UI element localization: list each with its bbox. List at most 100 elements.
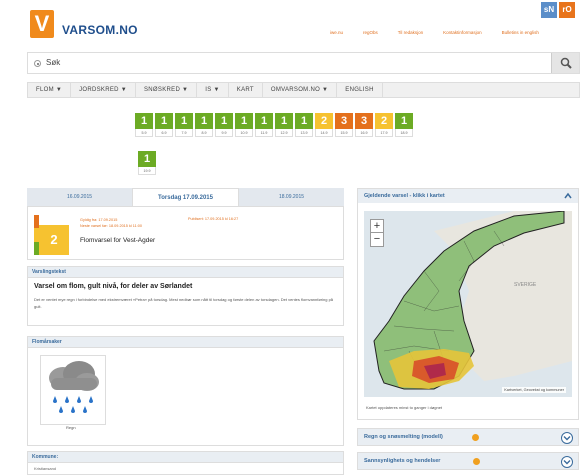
warning-tile[interactable]: 1 10.9 [235,113,253,137]
warning-tile-level: 2 [315,113,333,129]
warning-next: Neste varsel før: 18.09.2015 kl 11:00 [80,224,142,228]
accordion-regn[interactable]: Regn og snøsmelting (modell) [357,428,579,446]
day-tabs: 16.09.2015 Torsdag 17.09.2015 18.09.2015 [27,188,344,206]
site-title[interactable]: VARSOM.NO [62,23,138,37]
top-links: iwe.nu regObs Til redaksjon Kontaktinfor… [330,30,539,35]
warning-tile-level: 1 [235,113,253,129]
warning-tile-date: 10.9 [235,129,253,137]
warning-tile[interactable]: 1 13.9 [295,113,313,137]
top-link-english[interactable]: Bulletins in english [502,30,539,35]
map-zoom-control: + − [370,219,384,247]
warning-tile-date: 15.9 [335,129,353,137]
accordion-sannsynlighet-label: Sannsynlighets og hendelser [364,458,441,464]
warning-tile[interactable]: 1 18.9 [395,113,413,137]
search-bar[interactable]: Søk [27,52,580,74]
nav-om-varsom[interactable]: OMVARSOM.NO ▼ [263,83,338,97]
warning-card: 2 Gyldig fra: 17.09.2015 Neste varsel fø… [27,206,344,260]
warning-tile-date: 14.9 [315,129,333,137]
warning-tile-level: 1 [215,113,233,129]
rain-icon [40,355,106,425]
warning-tile[interactable]: 1 9.9 [215,113,233,137]
warning-tile-date: 5.9 [135,129,153,137]
kommune-name: Kristiansand [34,466,57,471]
warning-level-badge: 2 [39,225,69,255]
warning-tile-level: 3 [335,113,353,129]
warning-tile[interactable]: 1 6.9 [155,113,173,137]
map-panel: Gjeldende varsel - klikk i kartet SVERIG… [357,188,579,420]
warning-tile[interactable]: 3 15.9 [335,113,353,137]
chevron-up-icon[interactable] [564,192,572,200]
tab-next-day[interactable]: 18.09.2015 [239,188,344,206]
map-heading[interactable]: Gjeldende varsel - klikk i kartet [358,189,578,203]
kommune-heading: Kommune: [28,452,343,463]
varsling-panel: Varslingstekst Varsel om flom, gult nivå… [27,266,344,326]
main-nav: FLOM ▼ JORDSKRED ▼ SNØSKRED ▼ IS ▼ KART … [27,82,580,98]
warning-tile[interactable]: 3 16.9 [355,113,373,137]
warning-tile[interactable]: 1 5.9 [135,113,153,137]
warning-tile[interactable]: 1 19.9 [138,151,156,175]
warning-tile-date: 19.9 [138,167,156,175]
warning-tile-level: 1 [135,113,153,129]
nav-flom[interactable]: FLOM ▼ [28,83,72,97]
nav-is[interactable]: IS ▼ [197,83,229,97]
rain-label: Regn [66,425,76,430]
tab-prev-day[interactable]: 16.09.2015 [27,188,132,206]
info-icon[interactable] [473,458,480,465]
warning-tile-level: 1 [255,113,273,129]
warning-tile-date: 7.9 [175,129,193,137]
chevron-down-icon[interactable] [561,456,573,468]
search-radio-icon[interactable] [34,60,41,67]
nav-snoskred[interactable]: SNØSKRED ▼ [136,83,198,97]
norway-map: SVERIGE [364,211,572,397]
top-link-iwe[interactable]: iwe.nu [330,30,343,35]
warning-tile-level: 1 [395,113,413,129]
warning-tile[interactable]: 1 11.9 [255,113,273,137]
warning-tile-level: 1 [138,151,156,167]
nav-kart[interactable]: KART [229,83,263,97]
warning-tile[interactable]: 2 17.9 [375,113,393,137]
warning-map[interactable]: SVERIGE + − Kartverket, Geovekst og komm… [364,211,572,397]
zoom-in-button[interactable]: + [371,220,383,233]
search-button[interactable] [551,53,579,73]
warning-tile-date: 18.9 [395,129,413,137]
warning-published: Publisert: 17.09.2015 kl 16:27 [188,217,239,221]
warning-tile-level: 1 [295,113,313,129]
warning-tile[interactable]: 1 8.9 [195,113,213,137]
accordion-regn-label: Regn og snøsmelting (modell) [364,434,443,440]
varsling-title: Varsel om flom, gult nivå, for deler av … [34,283,193,290]
warning-tile[interactable]: 1 12.9 [275,113,293,137]
warning-tile[interactable]: 2 14.9 [315,113,333,137]
kommune-panel: Kommune: Kristiansand [27,451,344,475]
zoom-out-button[interactable]: − [371,233,383,246]
language-ro-button[interactable]: rO [559,2,575,18]
accordion-sannsynlighet[interactable]: Sannsynlighets og hendelser [357,452,579,470]
warning-tile-level: 1 [175,113,193,129]
info-icon[interactable] [472,434,479,441]
map-attribution: Kartverket, Geovekst og kommuner [502,387,566,393]
nav-english[interactable]: ENGLISH [337,83,383,97]
warning-tile-date: 12.9 [275,129,293,137]
warning-tile-date: 8.9 [195,129,213,137]
warning-tile-level: 3 [355,113,373,129]
flom-causes-panel: Flomårsaker Regn [27,336,344,446]
warning-tile[interactable]: 1 7.9 [175,113,193,137]
warning-tile-level: 1 [155,113,173,129]
warning-title: Flomvarsel for Vest-Agder [80,237,156,244]
varsling-heading: Varslingstekst [28,267,343,278]
search-input[interactable]: Søk [46,58,60,67]
tab-current-day[interactable]: Torsdag 17.09.2015 [132,188,239,206]
top-link-kontakt[interactable]: Kontaktinformasjon [443,30,482,35]
search-icon [560,57,572,69]
warning-level-tiles: 1 5.9 1 6.9 1 7.9 1 8.9 1 9.9 1 10.9 1 11.9 1 12.9 1 13.9… [135,113,413,137]
language-sn-button[interactable]: sN [541,2,557,18]
map-label-sverige: SVERIGE [514,282,537,288]
nav-jordskred[interactable]: JORDSKRED ▼ [71,83,136,97]
top-link-redaksjon[interactable]: Til redaksjon [398,30,423,35]
warning-tile-date: 11.9 [255,129,273,137]
chevron-down-icon[interactable] [561,432,573,444]
warning-validity: Gyldig fra: 17.09.2015 Neste varsel før:… [80,217,142,229]
warning-tile-date: 17.9 [375,129,393,137]
top-link-regobs[interactable]: regObs [363,30,378,35]
varsom-logo[interactable]: V [30,10,54,38]
varsling-body: Det er ventet mye regn i forbindelse med… [34,297,334,309]
